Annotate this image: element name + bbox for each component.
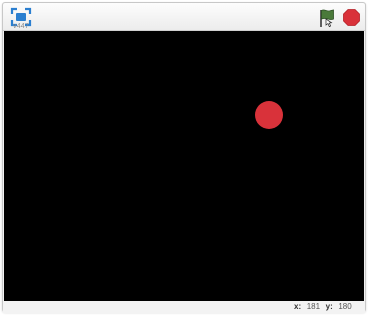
stage-canvas[interactable] bbox=[4, 31, 364, 301]
x-coordinate-value: 181 bbox=[306, 302, 321, 311]
player-window: v447 x: 181 y: 180 bbox=[2, 2, 366, 313]
stop-button[interactable] bbox=[343, 9, 360, 26]
y-coordinate-value: 180 bbox=[338, 302, 352, 311]
stop-icon bbox=[343, 9, 360, 26]
mouse-coordinates: x: 181 y: 180 bbox=[294, 301, 355, 313]
player-toolbar: v447 bbox=[3, 3, 365, 31]
green-flag-icon bbox=[320, 9, 334, 28]
status-footer: x: 181 y: 180 bbox=[3, 301, 365, 313]
x-coordinate-label: x: bbox=[294, 302, 302, 311]
sprite-red-circle[interactable] bbox=[255, 101, 283, 129]
y-coordinate-label: y: bbox=[325, 302, 333, 311]
version-label: v447 bbox=[13, 23, 29, 30]
green-flag-button[interactable] bbox=[318, 8, 336, 28]
